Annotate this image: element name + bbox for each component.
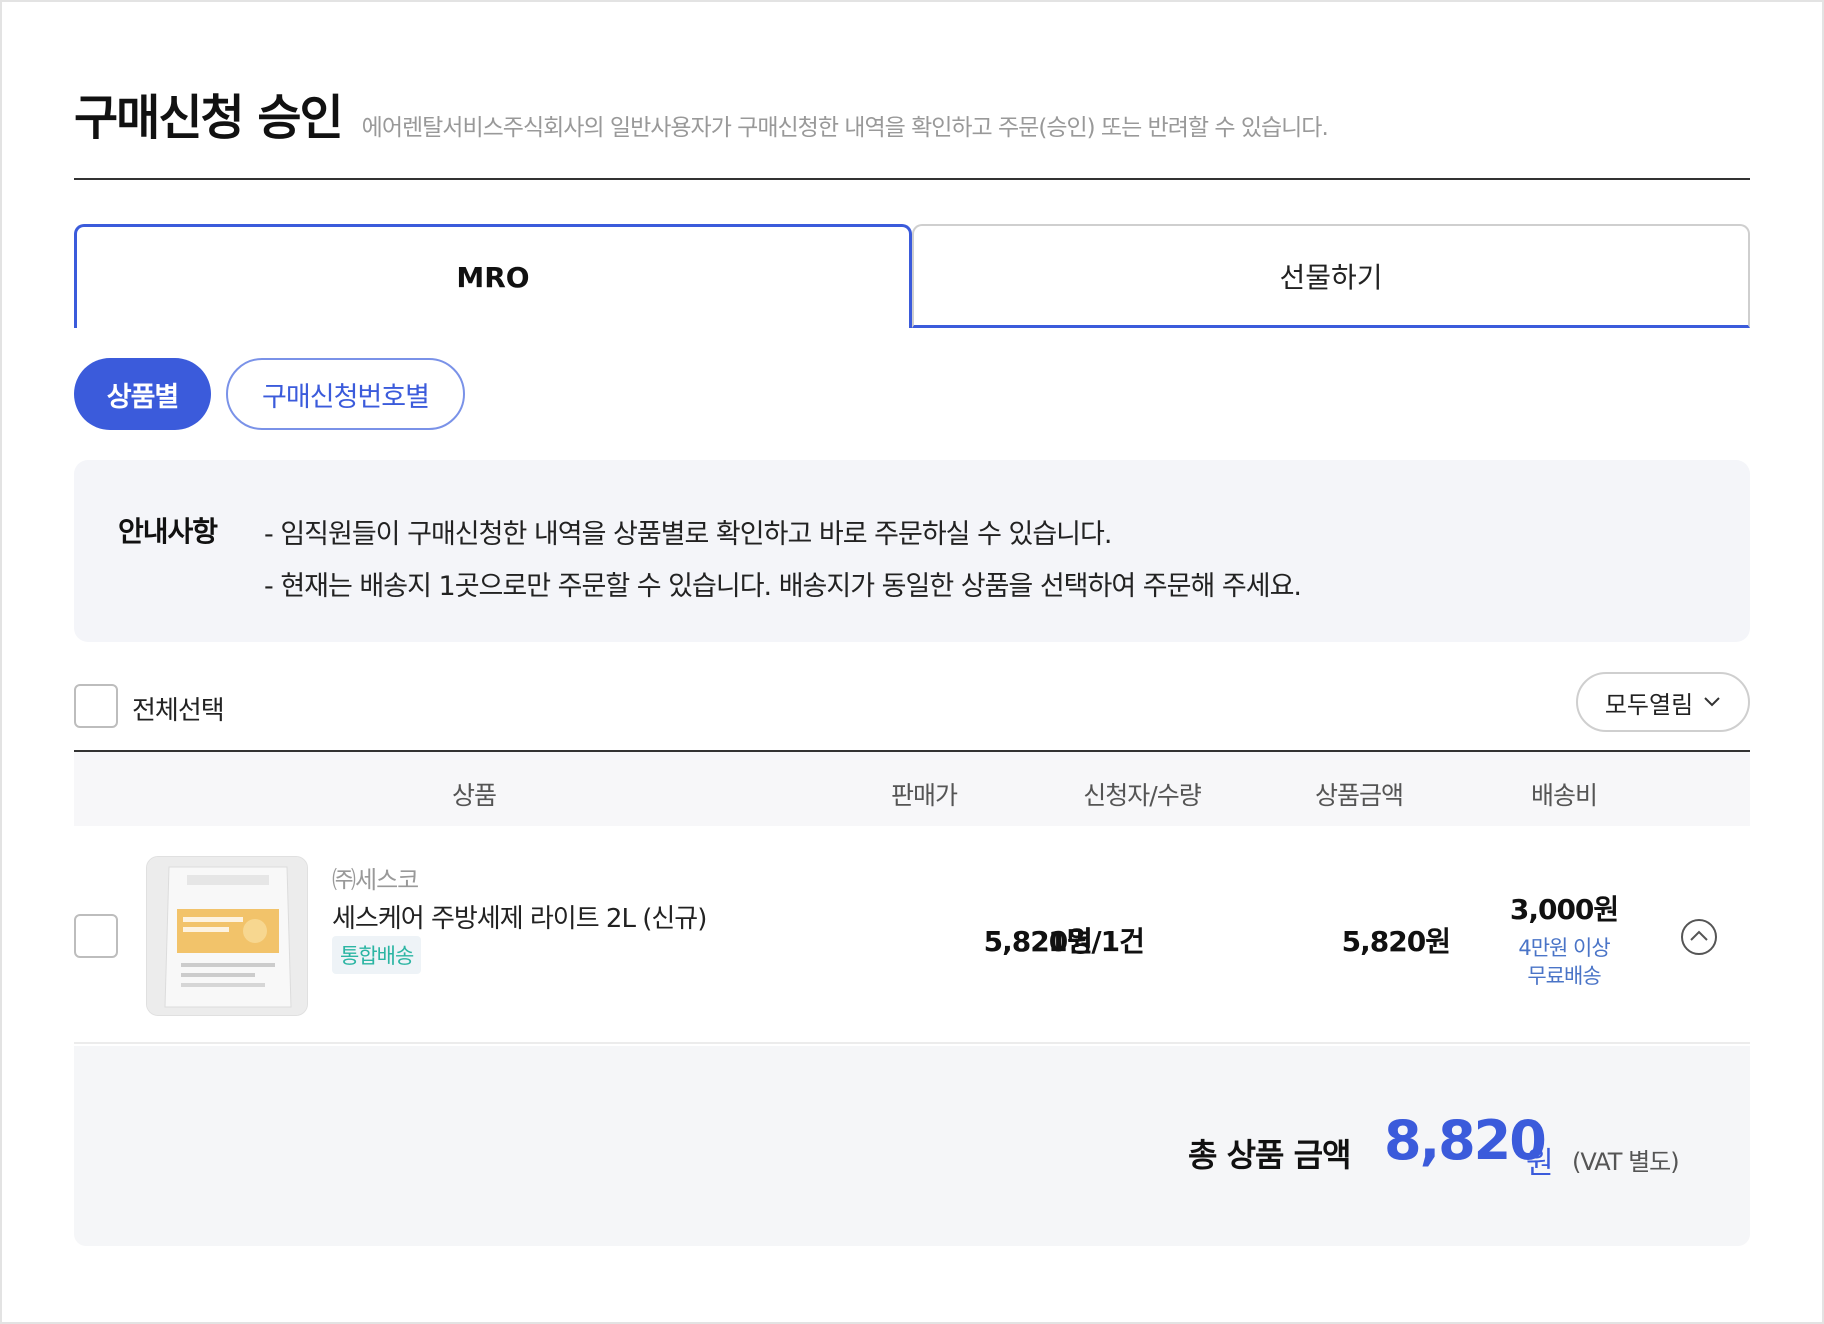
shipping-note: 무료배송 xyxy=(1527,964,1601,988)
column-header-requester-qty: 신청자/수량 xyxy=(1083,781,1201,810)
chevron-up-circle-icon[interactable] xyxy=(1680,918,1718,956)
column-header-price: 판매가 xyxy=(890,781,958,810)
total-label: 총 상품 금액 xyxy=(1188,1136,1351,1174)
column-header-product: 상품 xyxy=(451,781,497,810)
detergent-pouch-image xyxy=(147,857,307,1015)
page-title: 구매신청 승인 xyxy=(74,90,344,146)
view-by-request-number-button[interactable]: 구매신청번호별 xyxy=(226,358,465,430)
vat-note: (VAT 별도) xyxy=(1572,1148,1680,1176)
product-brand: ㈜세스코 xyxy=(332,866,419,894)
column-header-shipping: 배송비 xyxy=(1530,781,1598,810)
total-currency-unit: 원 xyxy=(1526,1146,1554,1181)
select-all-checkbox[interactable] xyxy=(74,684,118,728)
total-amount: 8,820 xyxy=(1384,1109,1547,1172)
shipping-type-badge: 통합배송 xyxy=(332,936,422,974)
page-description: 에어렌탈서비스주식회사의 일반사용자가 구매신청한 내역을 확인하고 주문(승인… xyxy=(361,115,1329,141)
table-row: ㈜세스코 세스케어 주방세제 라이트 2L (신규) 통합배송 5,820원 1… xyxy=(74,826,1750,1044)
shipping-fee: 3,000원 xyxy=(1509,893,1619,926)
expand-all-label: 모두열림 xyxy=(1604,690,1694,719)
notice-title: 안내사항 xyxy=(118,515,218,548)
notice-box: 안내사항 - 임직원들이 구매신청한 내역을 상품별로 확인하고 바로 주문하실… xyxy=(74,460,1750,642)
notice-line: - 임직원들이 구매신청한 내역을 상품별로 확인하고 바로 주문하실 수 있습… xyxy=(264,519,1112,550)
select-all-label[interactable]: 전체선택 xyxy=(132,690,225,727)
product-thumbnail[interactable] xyxy=(146,856,308,1016)
total-summary: 총 상품 금액 8,820 원 (VAT 별도) xyxy=(74,1046,1750,1246)
page-header: 구매신청 승인 에어렌탈서비스주식회사의 일반사용자가 구매신청한 내역을 확인… xyxy=(74,78,1750,180)
requester-quantity: 1명/1건 xyxy=(1048,925,1145,958)
product-name[interactable]: 세스케어 주방세제 라이트 2L (신규) xyxy=(332,898,707,935)
view-by-product-button[interactable]: 상품별 xyxy=(74,358,211,430)
row-checkbox[interactable] xyxy=(74,914,118,958)
tab-gift[interactable]: 선물하기 xyxy=(912,224,1750,328)
shipping-note: 4만원 이상 xyxy=(1518,936,1610,960)
notice-line: - 현재는 배송지 1곳으로만 주문할 수 있습니다. 배송지가 동일한 상품을… xyxy=(264,571,1302,602)
expand-all-button[interactable]: 모두열림 xyxy=(1576,672,1750,732)
category-tabs: MRO 선물하기 xyxy=(74,224,1750,328)
chevron-down-icon xyxy=(1704,697,1720,707)
tab-mro[interactable]: MRO xyxy=(74,224,912,328)
product-amount: 5,820원 xyxy=(1341,925,1451,958)
column-header-amount: 상품금액 xyxy=(1314,781,1404,810)
table-header: 상품 판매가 신청자/수량 상품금액 배송비 xyxy=(74,750,1750,826)
